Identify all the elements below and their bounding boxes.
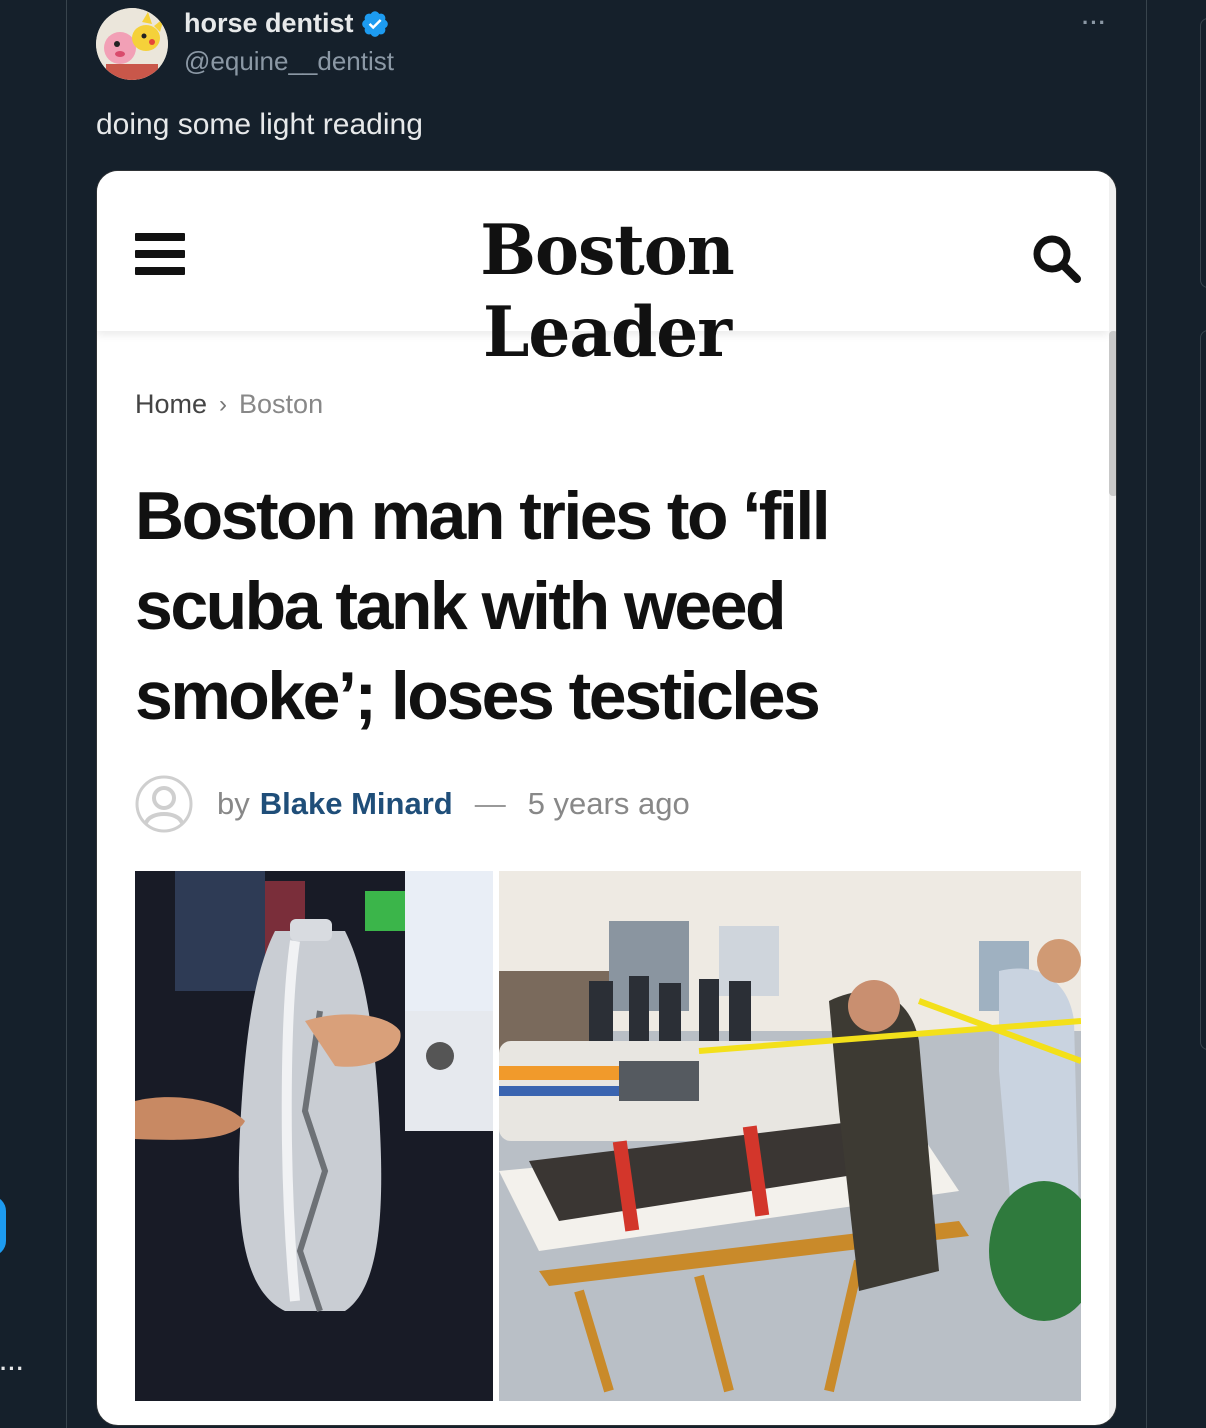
chevron-right-icon: › [219, 390, 228, 418]
right-panel-card [1200, 18, 1206, 288]
byline-date: 5 years ago [527, 786, 690, 821]
byline-separator: — [474, 786, 506, 821]
breadcrumb-current: Boston [239, 389, 324, 419]
timeline-border-right [1146, 0, 1147, 1428]
author-handle[interactable]: @equine__dentist [184, 46, 394, 77]
search-icon [1033, 235, 1081, 283]
article-photo-scuba-tank [135, 871, 493, 1401]
timeline-border-left [66, 0, 67, 1428]
timeline-page: ··· horse dentist @equine__dentist ··· d… [0, 0, 1206, 1428]
author-avatar[interactable] [96, 8, 168, 80]
scuba-tank-illustration [135, 871, 493, 1401]
right-panel-card [1200, 330, 1206, 1050]
attached-image[interactable]: Boston Leader Home › Boston Boston man t… [96, 170, 1117, 1426]
breadcrumb-home: Home [135, 389, 208, 419]
site-header: Boston Leader [97, 171, 1109, 373]
verified-badge-icon [361, 10, 388, 37]
author-avatar-icon [135, 775, 193, 833]
byline-author: Blake Minard [259, 786, 453, 821]
article-headline: Boston man tries to ‘fill scuba tank wit… [135, 478, 831, 734]
tweet-text: doing some light reading [96, 108, 423, 141]
byline-prefix: by [217, 786, 250, 821]
article-byline: by Blake Minard — 5 years ago [135, 775, 690, 833]
hamburger-menu-icon [135, 233, 185, 275]
author-name[interactable]: horse dentist [184, 8, 390, 39]
scrollbar-thumb [1109, 331, 1116, 496]
tweet-more-icon[interactable]: ··· [1082, 10, 1107, 36]
more-menu-icon[interactable]: ··· [0, 1356, 25, 1382]
stretcher-scene-illustration [499, 871, 1081, 1401]
article-photo-stretcher [499, 871, 1081, 1401]
author-name-text[interactable]: horse dentist [184, 8, 354, 39]
breadcrumb: Home › Boston [135, 389, 323, 420]
site-logo: Boston Leader [480, 209, 734, 373]
avatar-image [96, 8, 168, 80]
post-button[interactable] [0, 1196, 6, 1256]
